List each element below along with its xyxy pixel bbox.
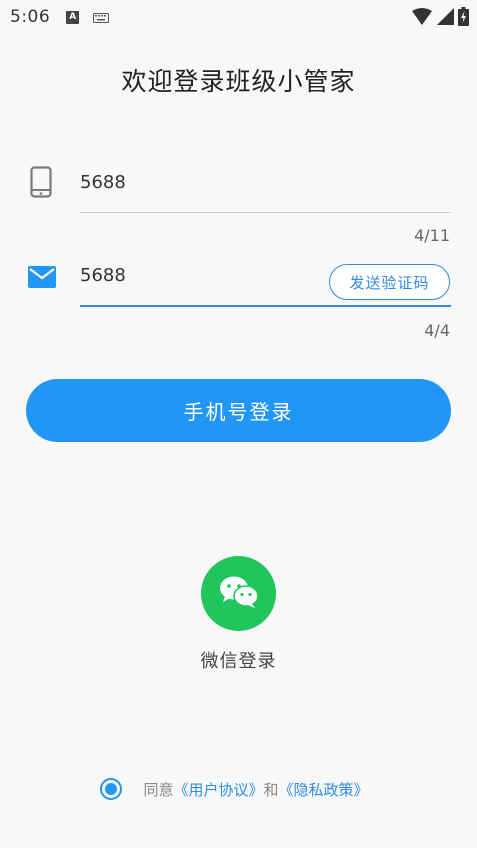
agreement-row: 同意 《用户协议》 和 《隐私政策》 bbox=[0, 778, 477, 800]
phone-input[interactable]: 5688 bbox=[80, 172, 126, 193]
phone-char-counter: 4/11 bbox=[414, 226, 450, 245]
phone-input-underline bbox=[80, 212, 451, 213]
page-title: 欢迎登录班级小管家 bbox=[121, 67, 356, 96]
phone-login-button[interactable]: 手机号登录 bbox=[26, 379, 451, 442]
keyboard-icon bbox=[93, 8, 110, 27]
status-bar: 5:06 A bbox=[0, 0, 477, 34]
verification-code-input[interactable]: 5688 bbox=[80, 265, 126, 286]
code-char-counter: 4/4 bbox=[424, 321, 450, 340]
status-icons bbox=[412, 7, 469, 30]
battery-charging-icon bbox=[458, 7, 469, 30]
login-screen: 5:06 A 欢迎登录班级小管家 5688 4/11 5688 发送验证码 4/… bbox=[0, 0, 477, 848]
wechat-login-label: 微信登录 bbox=[200, 651, 277, 672]
mail-icon bbox=[28, 266, 56, 292]
wechat-login-button[interactable] bbox=[201, 556, 276, 631]
user-agreement-link[interactable]: 《用户协议》 bbox=[173, 779, 263, 800]
agree-radio[interactable] bbox=[100, 778, 123, 800]
agree-radio-dot bbox=[105, 783, 118, 795]
phone-icon bbox=[30, 166, 52, 202]
code-input-underline bbox=[80, 305, 451, 307]
send-code-button[interactable]: 发送验证码 bbox=[329, 264, 450, 300]
wechat-icon bbox=[219, 575, 259, 613]
wifi-icon bbox=[412, 7, 432, 30]
status-time: 5:06 bbox=[10, 7, 51, 27]
signal-icon bbox=[436, 7, 454, 30]
a-notification-icon: A bbox=[66, 10, 80, 24]
privacy-policy-link[interactable]: 《隐私政策》 bbox=[279, 779, 369, 800]
agree-prefix: 同意 bbox=[143, 780, 174, 799]
agree-and: 和 bbox=[263, 780, 279, 799]
